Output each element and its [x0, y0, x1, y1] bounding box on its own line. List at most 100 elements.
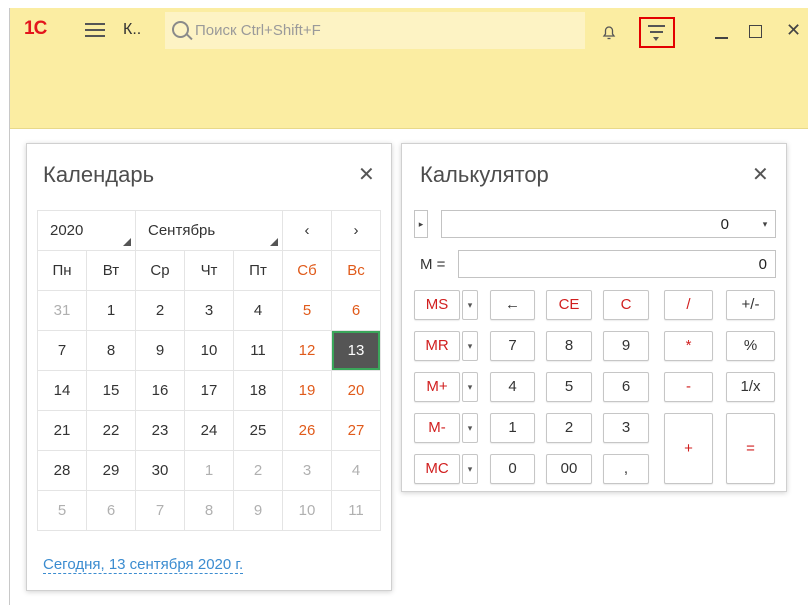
- today-link[interactable]: Сегодня, 13 сентября 2020 г.: [43, 556, 244, 574]
- calendar-day[interactable]: 30: [135, 450, 185, 491]
- memory-store-dropdown[interactable]: ▾: [462, 290, 478, 320]
- calendar-day[interactable]: 18: [233, 370, 283, 411]
- memory-add-dropdown[interactable]: ▾: [462, 372, 478, 402]
- bell-icon[interactable]: [601, 24, 617, 40]
- calendar-day[interactable]: 15: [86, 370, 136, 411]
- clear-button[interactable]: C: [603, 290, 649, 320]
- month-select[interactable]: Сентябрь: [135, 210, 283, 251]
- digit-3-button[interactable]: 3: [603, 413, 649, 443]
- weekday-header-row: Пн Вт Ср Чт Пт Сб Вс: [37, 250, 381, 291]
- funnel-icon[interactable]: [639, 17, 675, 48]
- calendar-day[interactable]: 28: [37, 450, 87, 491]
- calendar-day[interactable]: 27: [331, 410, 381, 451]
- calendar-day[interactable]: 6: [331, 290, 381, 331]
- display-dropdown-button[interactable]: ▾: [755, 210, 776, 238]
- plus-minus-button[interactable]: +/-: [726, 290, 775, 320]
- calendar-day[interactable]: 1: [184, 450, 234, 491]
- calendar-day[interactable]: 9: [233, 490, 283, 531]
- calendar-day[interactable]: 10: [184, 330, 234, 371]
- calendar-day[interactable]: 29: [86, 450, 136, 491]
- double-zero-button[interactable]: 00: [546, 454, 592, 484]
- main-menu-icon[interactable]: [85, 22, 105, 38]
- calculator-close-button[interactable]: ✕: [752, 162, 769, 187]
- digit-8-button[interactable]: 8: [546, 331, 592, 361]
- calendar-day[interactable]: 20: [331, 370, 381, 411]
- clear-entry-button[interactable]: CE: [546, 290, 592, 320]
- memory-label: M =: [420, 256, 446, 273]
- calendar-day[interactable]: 6: [86, 490, 136, 531]
- calendar-day[interactable]: 1: [86, 290, 136, 331]
- calendar-day[interactable]: 26: [282, 410, 332, 451]
- next-month-button[interactable]: ›: [331, 210, 381, 251]
- memory-store-button[interactable]: MS: [414, 290, 460, 320]
- calendar-day[interactable]: 2: [135, 290, 185, 331]
- subtract-button[interactable]: -: [664, 372, 713, 402]
- calendar-day[interactable]: 8: [184, 490, 234, 531]
- reciprocal-button[interactable]: 1/x: [726, 372, 775, 402]
- maximize-button[interactable]: [744, 22, 768, 42]
- calendar-day[interactable]: 19: [282, 370, 332, 411]
- calendar-day[interactable]: 5: [282, 290, 332, 331]
- memory-subtract-button[interactable]: M-: [414, 413, 460, 443]
- window-frame-top: [0, 0, 808, 8]
- calendar-day[interactable]: 4: [233, 290, 283, 331]
- calendar-day[interactable]: 14: [37, 370, 87, 411]
- equals-button[interactable]: =: [726, 413, 775, 484]
- minimize-button[interactable]: [708, 22, 736, 42]
- calendar-week-row: 21 22 23 24 25 26 27: [37, 410, 381, 451]
- history-toggle-button[interactable]: ▸: [414, 210, 428, 238]
- window-frame-left: [0, 8, 9, 605]
- multiply-button[interactable]: *: [664, 331, 713, 361]
- calendar-day[interactable]: 2: [233, 450, 283, 491]
- add-button[interactable]: +: [664, 413, 713, 484]
- digit-1-button[interactable]: 1: [490, 413, 535, 443]
- decimal-button[interactable]: ,: [603, 454, 649, 484]
- calendar-day[interactable]: 22: [86, 410, 136, 451]
- search-input[interactable]: Поиск Ctrl+Shift+F: [165, 12, 585, 49]
- divide-button[interactable]: /: [664, 290, 713, 320]
- calendar-day-selected[interactable]: 13: [331, 330, 381, 371]
- calendar-day[interactable]: 31: [37, 290, 87, 331]
- memory-recall-button[interactable]: MR: [414, 331, 460, 361]
- digit-4-button[interactable]: 4: [490, 372, 535, 402]
- calendar-day[interactable]: 21: [37, 410, 87, 451]
- calendar-day[interactable]: 23: [135, 410, 185, 451]
- calendar-day[interactable]: 7: [37, 330, 87, 371]
- calendar-day[interactable]: 5: [37, 490, 87, 531]
- weekday-label: Чт: [184, 250, 234, 291]
- calendar-day[interactable]: 16: [135, 370, 185, 411]
- calendar-day[interactable]: 17: [184, 370, 234, 411]
- close-window-button[interactable]: ✕: [786, 20, 801, 41]
- calendar-day[interactable]: 12: [282, 330, 332, 371]
- calendar-day[interactable]: 10: [282, 490, 332, 531]
- memory-add-button[interactable]: M+: [414, 372, 460, 402]
- prev-month-button[interactable]: ‹: [282, 210, 332, 251]
- calendar-day[interactable]: 3: [282, 450, 332, 491]
- digit-9-button[interactable]: 9: [603, 331, 649, 361]
- calendar-window: Календарь ✕ 2020 Сентябрь ‹ › Пн Вт Ср Ч…: [26, 143, 392, 591]
- calendar-day[interactable]: 11: [331, 490, 381, 531]
- digit-2-button[interactable]: 2: [546, 413, 592, 443]
- calendar-day[interactable]: 3: [184, 290, 234, 331]
- digit-5-button[interactable]: 5: [546, 372, 592, 402]
- calendar-day[interactable]: 11: [233, 330, 283, 371]
- calendar-close-button[interactable]: ✕: [358, 162, 375, 187]
- calendar-day[interactable]: 25: [233, 410, 283, 451]
- digit-6-button[interactable]: 6: [603, 372, 649, 402]
- weekday-label: Вт: [86, 250, 136, 291]
- calendar-day[interactable]: 8: [86, 330, 136, 371]
- memory-recall-dropdown[interactable]: ▾: [462, 331, 478, 361]
- backspace-button[interactable]: ←: [490, 290, 535, 320]
- calendar-day[interactable]: 4: [331, 450, 381, 491]
- calendar-day[interactable]: 9: [135, 330, 185, 371]
- percent-button[interactable]: %: [726, 331, 775, 361]
- calendar-day[interactable]: 7: [135, 490, 185, 531]
- digit-7-button[interactable]: 7: [490, 331, 535, 361]
- window-title[interactable]: К..: [123, 21, 141, 39]
- memory-subtract-dropdown[interactable]: ▾: [462, 413, 478, 443]
- memory-clear-button[interactable]: MC: [414, 454, 460, 484]
- digit-0-button[interactable]: 0: [490, 454, 535, 484]
- year-select[interactable]: 2020: [37, 210, 136, 251]
- memory-clear-dropdown[interactable]: ▾: [462, 454, 478, 484]
- calendar-day[interactable]: 24: [184, 410, 234, 451]
